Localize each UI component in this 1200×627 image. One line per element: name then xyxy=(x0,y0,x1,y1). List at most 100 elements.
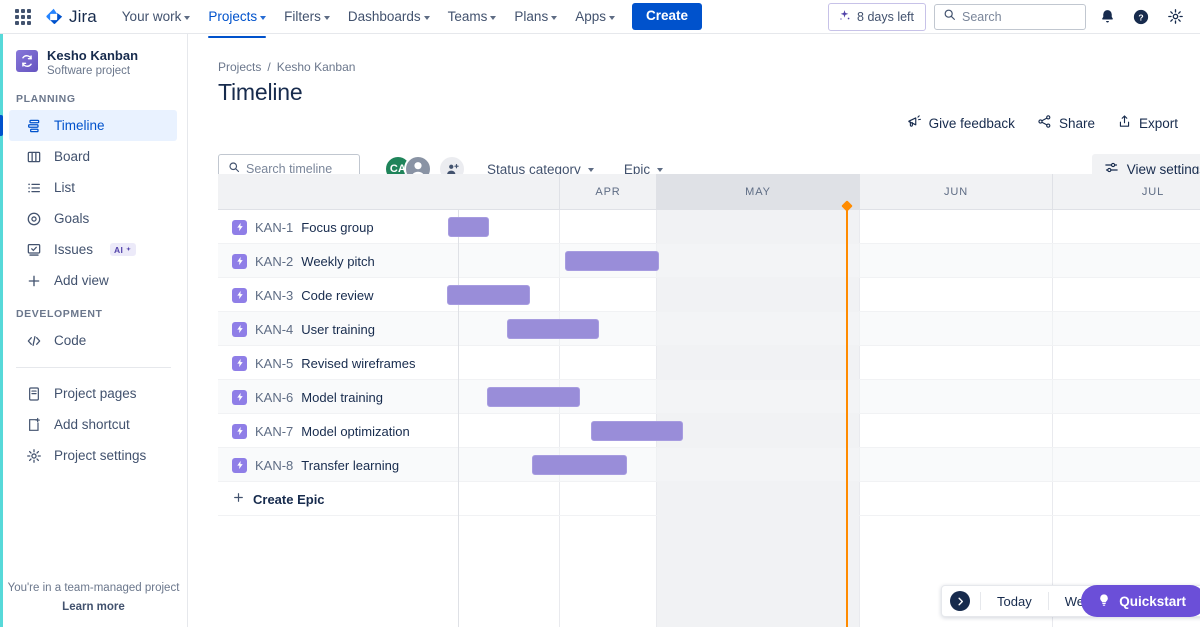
epic-icon xyxy=(232,458,247,473)
export-label: Export xyxy=(1139,116,1178,131)
lightbulb-icon xyxy=(1097,593,1111,610)
svg-text:?: ? xyxy=(1138,12,1143,22)
gear-icon xyxy=(25,447,42,464)
epic-icon xyxy=(232,356,247,371)
jira-logo-icon xyxy=(44,7,64,27)
breadcrumb-projects[interactable]: Projects xyxy=(218,60,261,74)
epic-summary: Model training xyxy=(301,390,383,405)
export-icon xyxy=(1117,114,1132,132)
nav-item-dashboards[interactable]: Dashboards xyxy=(341,4,437,29)
learn-more-link[interactable]: Learn more xyxy=(0,601,187,613)
help-icon[interactable]: ? xyxy=(1128,4,1154,30)
timeline-bar-kan-7[interactable] xyxy=(591,421,683,441)
create-epic-label: Create Epic xyxy=(253,492,325,507)
epic-row-kan-3[interactable]: KAN-3Code review xyxy=(218,278,459,312)
project-header[interactable]: Kesho Kanban Software project xyxy=(0,34,187,81)
chevron-down-icon xyxy=(490,16,496,20)
epic-key: KAN-8 xyxy=(255,458,293,473)
give-feedback-label: Give feedback xyxy=(929,116,1015,131)
days-left-label: 8 days left xyxy=(857,10,914,24)
jira-wordmark: Jira xyxy=(69,7,97,27)
nav-item-projects[interactable]: Projects xyxy=(201,4,273,29)
today-button[interactable]: Today xyxy=(986,590,1043,613)
epic-icon xyxy=(232,220,247,235)
nav-item-plans[interactable]: Plans xyxy=(507,4,564,29)
project-avatar-icon xyxy=(16,50,38,72)
nav-label: Your work xyxy=(122,9,182,24)
sidebar-item-goals[interactable]: Goals xyxy=(9,203,177,234)
sidebar-item-code[interactable]: Code xyxy=(9,325,177,356)
nav-item-teams[interactable]: Teams xyxy=(441,4,504,29)
breadcrumb-kesho-kanban[interactable]: Kesho Kanban xyxy=(277,60,356,74)
epic-key: KAN-5 xyxy=(255,356,293,371)
timeline-bar-kan-3[interactable] xyxy=(447,285,530,305)
create-epic-button[interactable]: Create Epic xyxy=(218,482,325,516)
timeline-bar-kan-2[interactable] xyxy=(565,251,659,271)
sidebar-item-project-settings[interactable]: Project settings xyxy=(9,440,177,471)
timeline-bar-kan-6[interactable] xyxy=(487,387,580,407)
sidebar-item-add-view[interactable]: Add view xyxy=(9,265,177,296)
sidebar-item-label: Add view xyxy=(54,273,109,288)
nav-label: Teams xyxy=(448,9,488,24)
chevron-down-icon xyxy=(184,16,190,20)
settings-icon[interactable] xyxy=(1162,4,1188,30)
chevron-down-icon xyxy=(260,16,266,20)
epic-row-kan-7[interactable]: KAN-7Model optimization xyxy=(218,414,459,448)
nav-label: Plans xyxy=(514,9,548,24)
plus-icon xyxy=(25,272,42,289)
chevron-right-circle-icon[interactable] xyxy=(950,591,970,611)
export-button[interactable]: Export xyxy=(1109,108,1186,138)
trial-days-left-button[interactable]: 8 days left xyxy=(828,3,926,31)
sparkle-icon xyxy=(838,9,851,25)
issues-icon xyxy=(25,241,42,258)
epic-key: KAN-6 xyxy=(255,390,293,405)
epic-row-kan-8[interactable]: KAN-8Transfer learning xyxy=(218,448,459,482)
quickstart-label: Quickstart xyxy=(1119,594,1186,609)
jira-home-link[interactable]: Jira xyxy=(44,7,97,27)
project-name: Kesho Kanban xyxy=(47,48,138,64)
sidebar-section-planning: PLANNING xyxy=(0,81,187,110)
sidebar-item-add-shortcut[interactable]: Add shortcut xyxy=(9,409,177,440)
timeline-grid: APRMAYJUNJUL KAN-1Focus groupKAN-2Weekly… xyxy=(218,174,1200,627)
sidebar-item-issues[interactable]: Issues AI xyxy=(9,234,177,265)
board-icon xyxy=(25,148,42,165)
chevron-down-icon xyxy=(551,16,557,20)
epic-row-kan-1[interactable]: KAN-1Focus group xyxy=(218,210,459,244)
sidebar-item-timeline[interactable]: Timeline xyxy=(9,110,177,141)
share-button[interactable]: Share xyxy=(1029,108,1103,138)
epic-row-kan-4[interactable]: KAN-4User training xyxy=(218,312,459,346)
epic-key: KAN-1 xyxy=(255,220,293,235)
global-search-input[interactable]: Search xyxy=(934,4,1086,30)
divider xyxy=(1048,592,1049,610)
nav-item-your-work[interactable]: Your work xyxy=(115,4,198,29)
epic-row-kan-6[interactable]: KAN-6 Model training xyxy=(218,380,459,414)
epic-row-kan-2[interactable]: KAN-2Weekly pitch xyxy=(218,244,459,278)
quickstart-button[interactable]: Quickstart xyxy=(1081,585,1200,617)
epic-row-kan-5[interactable]: KAN-5Revised wireframes xyxy=(218,346,459,380)
nav-label: Filters xyxy=(284,9,321,24)
epic-key: KAN-4 xyxy=(255,322,293,337)
sidebar-item-label: List xyxy=(54,180,75,195)
sidebar-item-board[interactable]: Board xyxy=(9,141,177,172)
sidebar-section-development: DEVELOPMENT xyxy=(0,296,187,325)
month-header-may: MAY xyxy=(656,174,859,210)
timeline-bar-kan-8[interactable] xyxy=(532,455,627,475)
sidebar-item-label: Add shortcut xyxy=(54,417,130,432)
app-switcher-icon[interactable] xyxy=(12,6,34,28)
nav-item-filters[interactable]: Filters xyxy=(277,4,337,29)
sidebar-item-project-pages[interactable]: Project pages xyxy=(9,378,177,409)
search-icon xyxy=(943,8,956,26)
add-shortcut-icon xyxy=(25,416,42,433)
chevron-down-icon xyxy=(424,16,430,20)
sidebar-item-label: Board xyxy=(54,149,90,164)
create-button[interactable]: Create xyxy=(632,3,702,30)
give-feedback-button[interactable]: Give feedback xyxy=(899,108,1023,138)
notifications-icon[interactable] xyxy=(1094,4,1120,30)
pages-icon xyxy=(25,385,42,402)
team-managed-note: You're in a team-managed project xyxy=(0,582,187,594)
epic-key: KAN-7 xyxy=(255,424,293,439)
timeline-bar-kan-4[interactable] xyxy=(507,319,599,339)
sidebar-item-list[interactable]: List xyxy=(9,172,177,203)
breadcrumb: Projects / Kesho Kanban xyxy=(188,34,1200,74)
nav-item-apps[interactable]: Apps xyxy=(568,4,622,29)
